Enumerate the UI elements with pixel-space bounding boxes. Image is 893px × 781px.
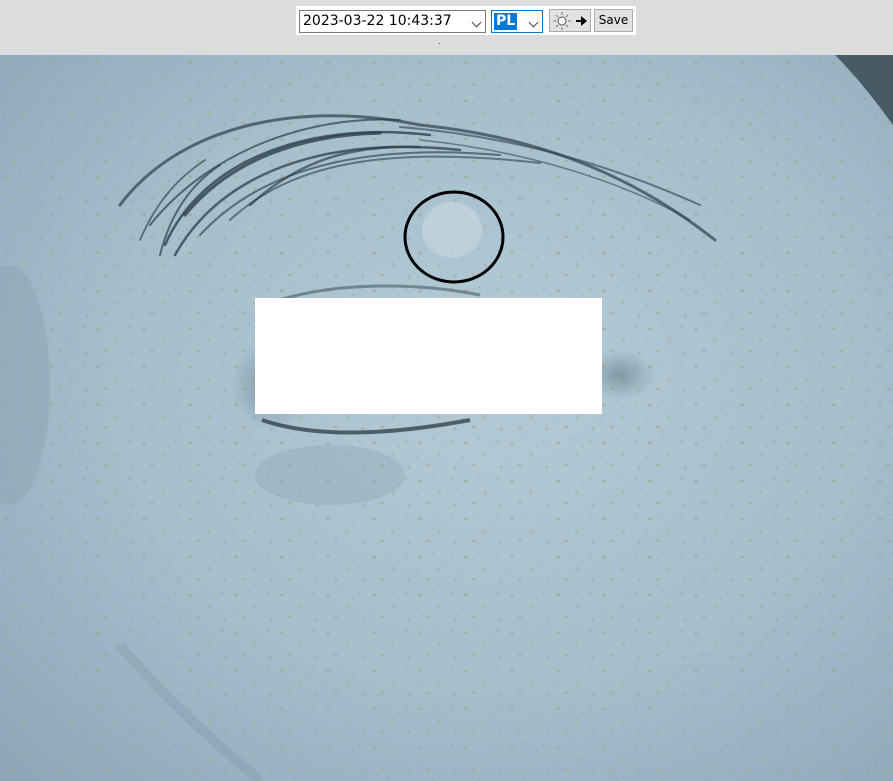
date-select-value: 2023-03-22 10:43:37 [303,13,452,29]
toolbar-controls: 2023-03-22 10:43:37 PL Save [296,6,636,35]
lesion-spot [422,202,482,258]
redaction-box [255,298,602,414]
chevron-down-icon [528,17,539,28]
light-arrow-icon [553,12,587,30]
light-toggle-button[interactable] [549,9,591,32]
toolbar-dot [439,43,440,44]
skin-photo [0,55,893,781]
mode-select-value: PL [494,13,518,30]
under-eye-shadow [255,445,405,505]
date-select[interactable]: 2023-03-22 10:43:37 [299,10,486,33]
toolbar: 2023-03-22 10:43:37 PL Save [0,0,893,55]
save-button[interactable]: Save [594,9,633,32]
chevron-down-icon [471,17,482,28]
mode-select[interactable]: PL [491,10,543,33]
